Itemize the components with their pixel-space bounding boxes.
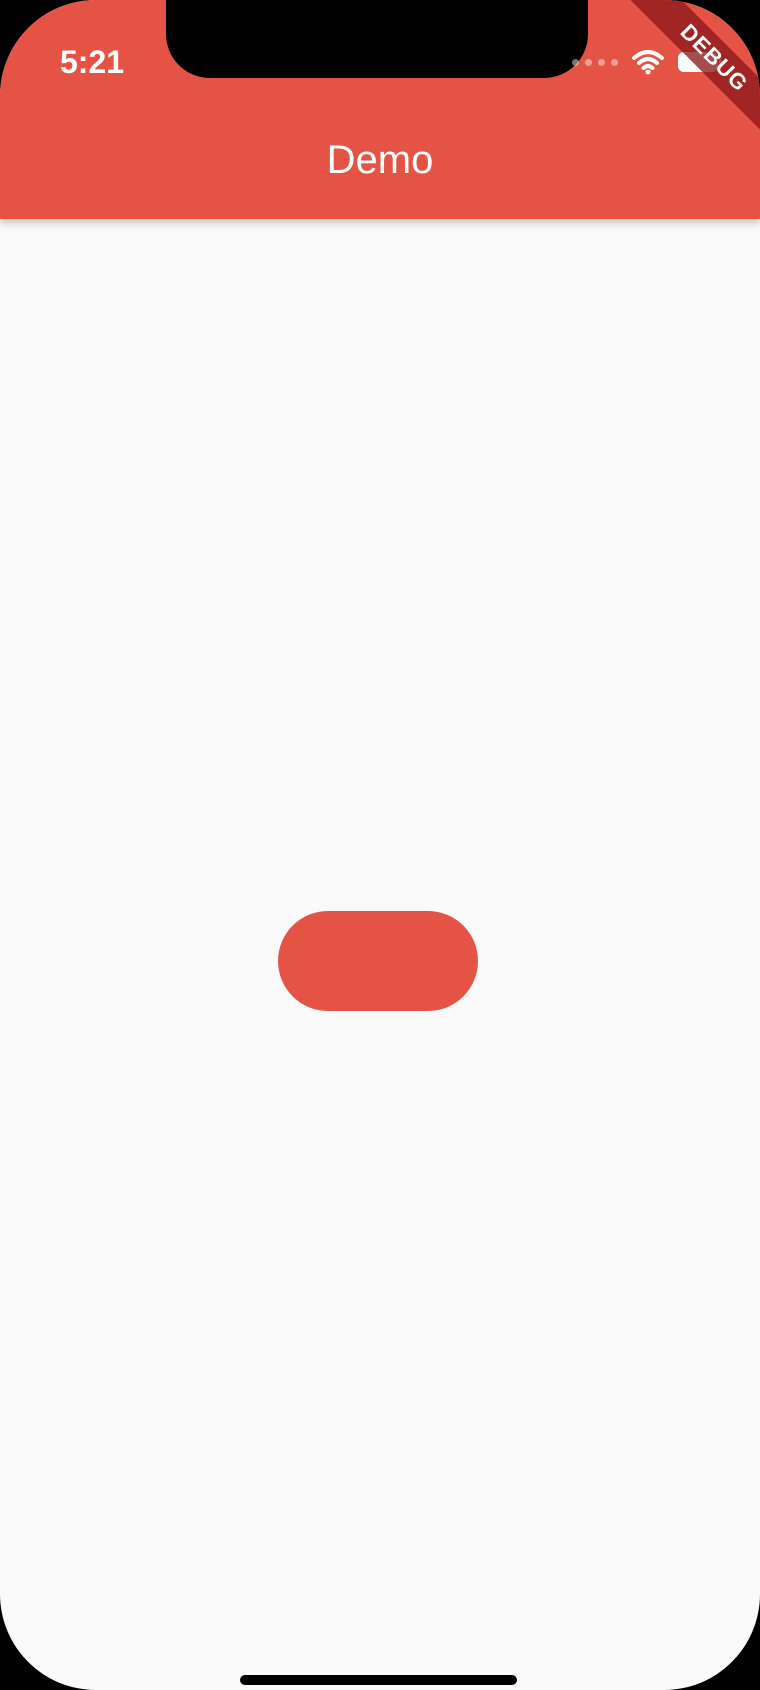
home-indicator[interactable] <box>240 1675 517 1685</box>
phone-screen: 5:21 Demo DEBUG <box>0 0 760 1690</box>
wifi-icon <box>632 50 664 75</box>
status-time: 5:21 <box>60 44 125 80</box>
pill-button[interactable] <box>278 911 478 1011</box>
app-title: Demo <box>326 138 434 182</box>
signal-dots-icon <box>572 58 618 66</box>
app-bar: 5:21 Demo DEBUG <box>0 0 760 219</box>
device-notch <box>166 0 588 78</box>
